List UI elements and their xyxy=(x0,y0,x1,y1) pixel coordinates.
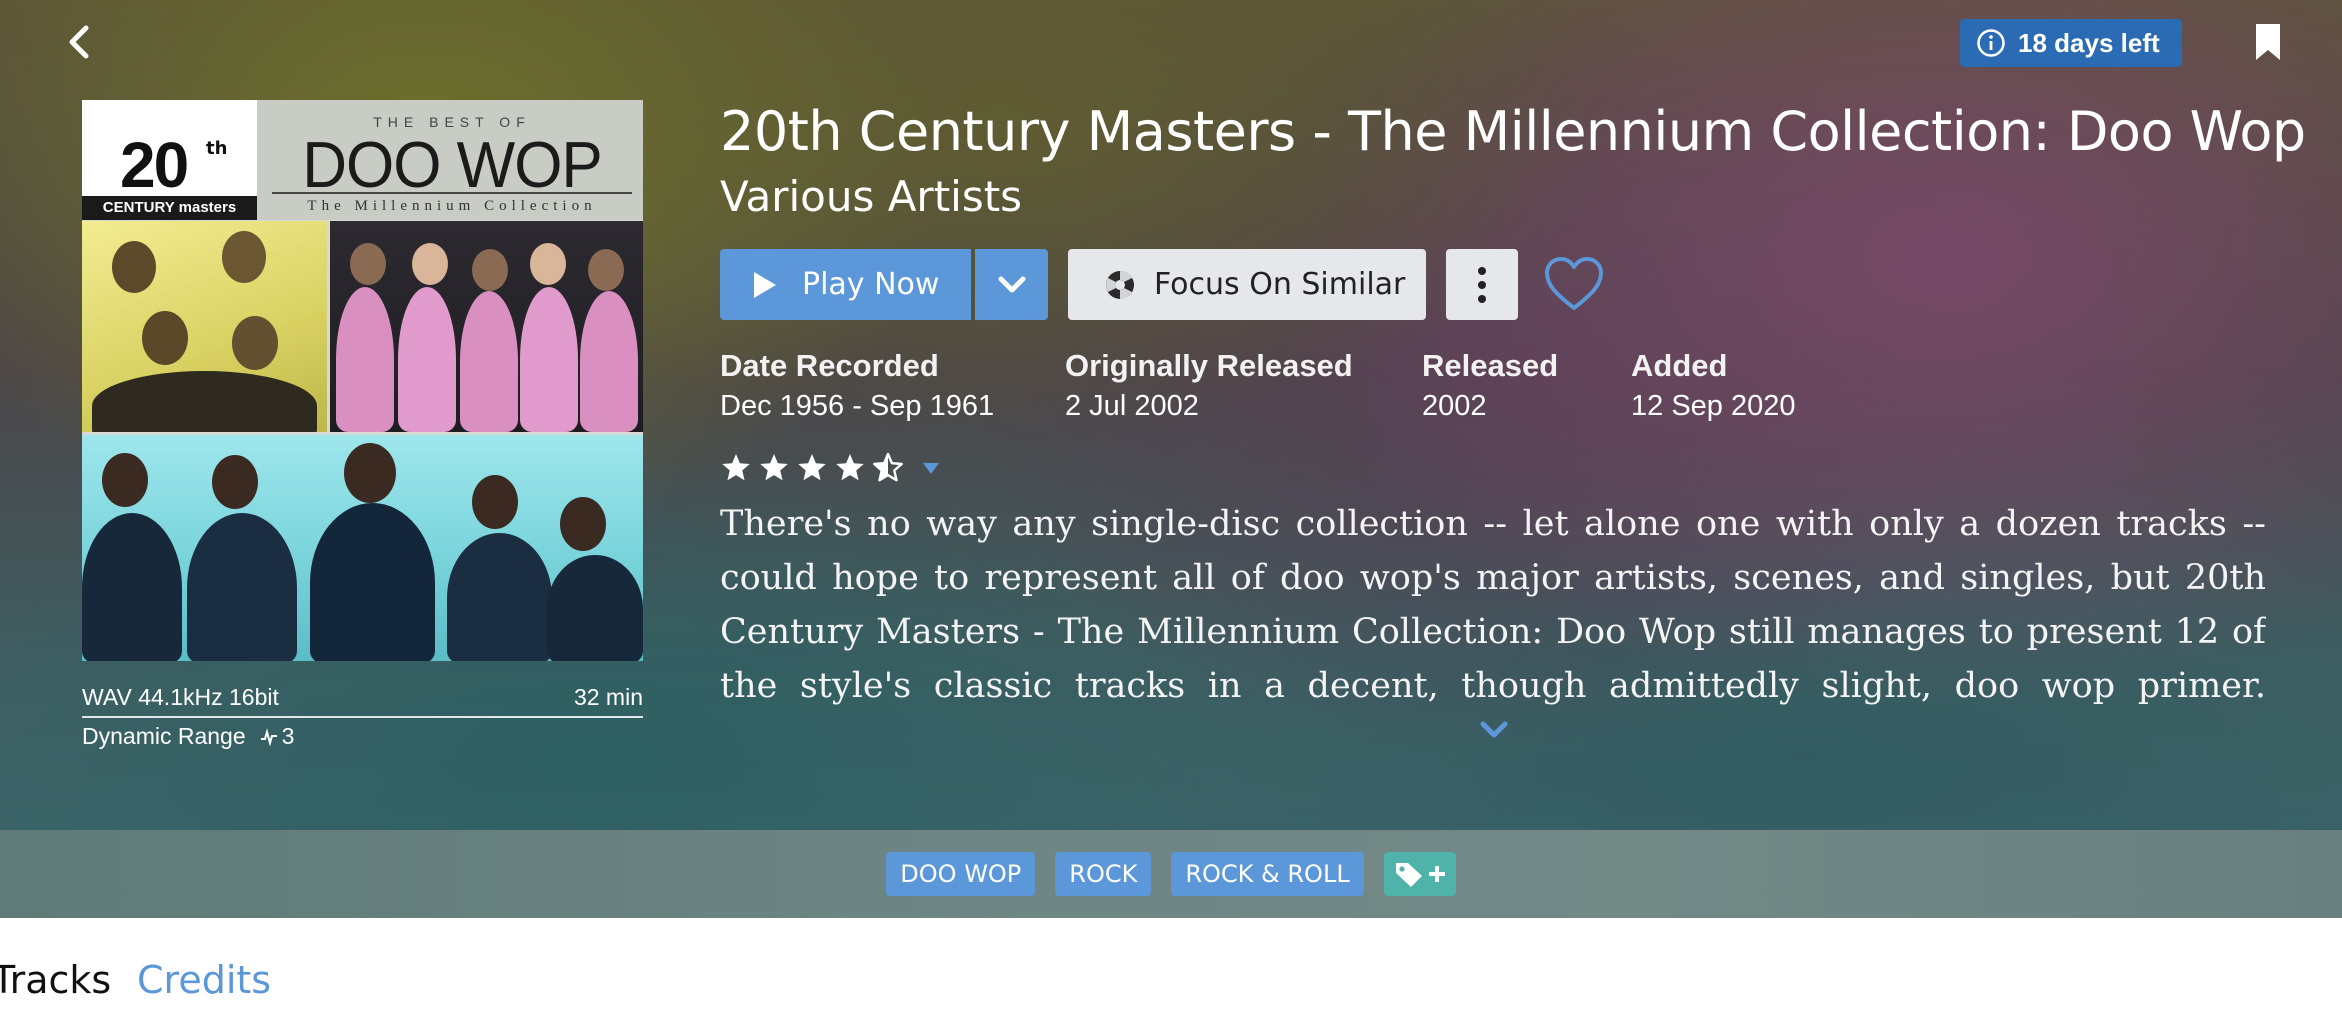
album-cover: 20 th CENTURY masters THE BEST OF DOO WO… xyxy=(82,100,643,661)
released-label: Released xyxy=(1422,348,1559,383)
cover-rule xyxy=(272,192,632,194)
album-duration: 32 min xyxy=(573,684,643,710)
bookmark-icon xyxy=(2256,24,2280,60)
released-value: 2002 xyxy=(1422,390,1487,422)
play-now-button[interactable]: Play Now xyxy=(720,249,971,320)
tag-doo-wop[interactable]: DOO WOP xyxy=(886,852,1036,896)
date-recorded: Date Recorded Dec 1956 - Sep 1961 xyxy=(720,348,1065,423)
date-recorded-value: Dec 1956 - Sep 1961 xyxy=(720,390,995,422)
added-label: Added xyxy=(1631,348,1728,383)
heart-icon xyxy=(1545,257,1603,310)
originally-released-value: 2 Jul 2002 xyxy=(1065,390,1199,422)
trial-days-badge[interactable]: 18 days left xyxy=(1960,19,2182,67)
focus-on-similar-button[interactable]: Focus On Similar xyxy=(1068,249,1426,320)
more-options-button[interactable] xyxy=(1446,249,1518,320)
info-icon xyxy=(1977,29,2005,57)
cover-logo: 20 th CENTURY masters xyxy=(82,100,257,220)
rating-dropdown-icon[interactable] xyxy=(920,460,942,476)
tab-credits[interactable]: Credits xyxy=(137,958,271,1002)
originally-released-label: Originally Released xyxy=(1065,348,1353,383)
trial-days-text: 18 days left xyxy=(2018,27,2160,58)
tab-tracks[interactable]: Tracks xyxy=(0,958,111,1002)
bookmark-button[interactable] xyxy=(2254,22,2282,62)
released: Released 2002 xyxy=(1422,348,1631,423)
star-icon[interactable] xyxy=(758,452,790,484)
play-now-label: Play Now xyxy=(802,267,940,302)
dynamic-range-label: Dynamic Range xyxy=(82,723,246,749)
play-icon xyxy=(754,271,776,298)
expand-review-button[interactable] xyxy=(1478,718,1510,742)
waveform-icon xyxy=(260,727,277,746)
cover-logo-caption: CENTURY masters xyxy=(82,196,257,220)
cover-logo-suffix: th xyxy=(206,138,228,159)
back-button[interactable] xyxy=(58,20,102,64)
date-recorded-label: Date Recorded xyxy=(720,348,939,383)
audio-format: WAV 44.1kHz 16bit xyxy=(82,684,279,710)
format-row: WAV 44.1kHz 16bit 32 min xyxy=(82,684,643,711)
add-tag-button[interactable] xyxy=(1383,852,1456,896)
tag-rock-and-roll[interactable]: ROCK & ROLL xyxy=(1171,852,1364,896)
star-icon[interactable] xyxy=(834,452,866,484)
star-icon[interactable] xyxy=(796,452,828,484)
play-options-button[interactable] xyxy=(975,249,1048,320)
star-rating[interactable] xyxy=(720,452,942,484)
dynamic-range-row: Dynamic Range 3 xyxy=(82,723,643,750)
favorite-button[interactable] xyxy=(1544,256,1604,312)
focus-on-similar-label: Focus On Similar xyxy=(1154,267,1406,302)
artist-link[interactable]: Various Artists xyxy=(720,172,1022,221)
originally-released: Originally Released 2 Jul 2002 xyxy=(1065,348,1422,423)
release-dates: Date Recorded Dec 1956 - Sep 1961 Origin… xyxy=(720,348,1831,423)
cover-photo-cyan xyxy=(82,435,643,661)
genre-tags: DOO WOP ROCK ROCK & ROLL xyxy=(0,852,2342,896)
album-review: There's no way any single-disc collectio… xyxy=(720,504,2266,706)
album-title: 20th Century Masters - The Millennium Co… xyxy=(720,100,2306,163)
chevron-down-icon xyxy=(1480,721,1508,738)
cover-photo-yellow xyxy=(82,221,327,432)
chevron-left-icon xyxy=(69,25,89,59)
chevron-down-icon xyxy=(998,276,1025,292)
cover-subtitle: The Millennium Collection xyxy=(307,198,597,214)
star-icon[interactable] xyxy=(720,452,752,484)
radio-wheel-icon xyxy=(1106,270,1134,299)
added-value: 12 Sep 2020 xyxy=(1631,390,1796,422)
more-vertical-icon xyxy=(1478,266,1486,303)
cover-photo-pink xyxy=(330,221,643,432)
tag-rock[interactable]: ROCK xyxy=(1055,852,1152,896)
added: Added 12 Sep 2020 xyxy=(1631,348,1831,423)
star-half-icon[interactable] xyxy=(872,452,904,484)
dynamic-range-value: 3 xyxy=(281,723,295,749)
plus-icon xyxy=(1428,866,1445,882)
cover-logo-number: 20 xyxy=(120,129,189,201)
tag-icon xyxy=(1395,863,1422,887)
meta-divider xyxy=(82,716,643,718)
